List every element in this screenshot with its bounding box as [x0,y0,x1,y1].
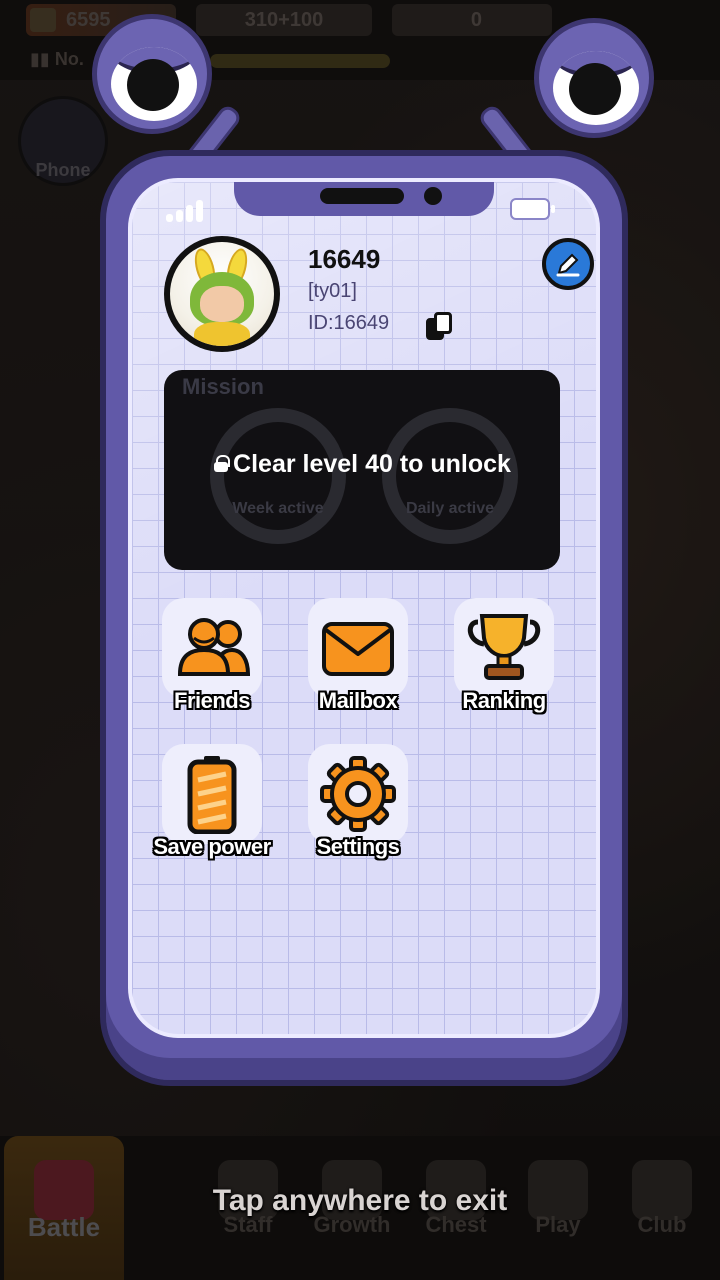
lock-icon [213,455,231,473]
app-settings[interactable] [308,744,408,844]
club-tag: [ty01] [308,280,357,302]
eye-right [534,18,654,138]
phone-screen: 16649 [ty01] ID:16649 Mission Week activ… [128,178,600,1038]
mission-panel: Mission Week active Daily active Clear l… [164,370,560,570]
envelope-icon [322,622,394,676]
trophy-icon [467,614,541,680]
app-ranking[interactable] [454,598,554,698]
mission-title: Mission [182,374,264,399]
app-mailbox-label: Mailbox [318,688,398,713]
copy-icon[interactable] [426,312,456,342]
app-save-power[interactable] [162,744,262,844]
app-friends[interactable] [162,598,262,698]
mission-lock-message: Clear level 40 to unlock [164,450,560,479]
battery-icon [510,198,555,220]
gear-icon [320,756,396,832]
pencil-icon [556,253,580,277]
speaker [320,188,404,204]
app-ranking-label: Ranking [462,688,546,713]
battery-save-icon [187,756,237,834]
edit-profile-button[interactable] [542,238,594,290]
player-name: 16649 [308,244,381,274]
camera-icon [424,187,442,205]
app-mailbox[interactable] [308,598,408,698]
app-friends-label: Friends [174,688,250,713]
app-settings-label: Settings [316,834,400,859]
app-save-power-label: Save power [153,834,271,859]
eye-left [92,14,212,134]
week-active-label: Week active [232,500,324,517]
pupil-right [569,63,621,115]
phone-notch [234,182,494,216]
daily-active-label: Daily active [405,500,495,517]
friends-icon [177,618,251,676]
avatar[interactable] [164,236,280,352]
player-id: ID:16649 [308,312,390,334]
tap-to-exit-hint: Tap anywhere to exit [212,1184,508,1217]
pupil-left [127,59,179,111]
signal-icon [166,200,216,222]
lock-message-text: Clear level 40 to unlock [233,450,511,478]
